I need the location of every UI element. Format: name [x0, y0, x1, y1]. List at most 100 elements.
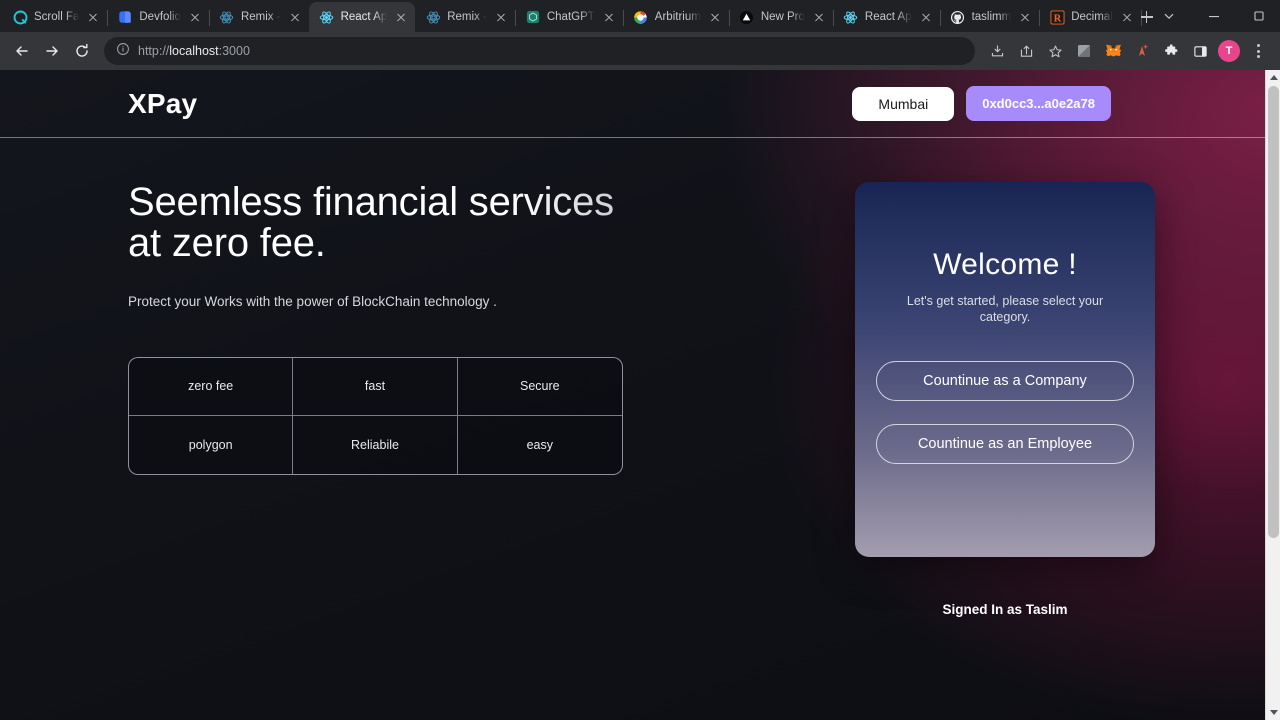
browser-tab[interactable]: New Pro — [729, 2, 834, 32]
tab-title: React Ap — [864, 11, 912, 23]
hero-section: Seemless financial services at zero fee.… — [0, 182, 745, 617]
scrollbar-thumb[interactable] — [1268, 86, 1279, 538]
tab-title: Decimal — [1071, 11, 1113, 23]
tab-title: Devfolio — [139, 11, 181, 23]
close-tab-icon[interactable] — [1017, 9, 1033, 25]
close-tab-icon[interactable] — [85, 9, 101, 25]
bookmark-star-icon[interactable] — [1041, 37, 1069, 65]
brand-logo[interactable]: XPay — [128, 88, 197, 120]
browser-tab[interactable]: taslimm — [940, 2, 1041, 32]
page-content: XPay Mumbai 0xd0cc3...a0e2a78 Seemless f… — [0, 70, 1265, 720]
tab-title: Remix - — [240, 11, 281, 23]
close-tab-icon[interactable] — [707, 9, 723, 25]
browser-tab[interactable]: R Decimal — [1039, 2, 1142, 32]
main-content: Seemless financial services at zero fee.… — [0, 138, 1265, 617]
hero-subheadline: Protect your Works with the power of Blo… — [128, 293, 497, 309]
browser-tab[interactable]: Arbitrium — [623, 2, 730, 32]
network-button[interactable]: Mumbai — [852, 86, 955, 121]
browser-tab[interactable]: React Ap — [308, 2, 416, 32]
forward-arrow-icon[interactable] — [38, 37, 66, 65]
react-favicon — [843, 9, 859, 25]
continue-as-company-button[interactable]: Countinue as a Company — [876, 361, 1134, 402]
minimize-button[interactable] — [1192, 0, 1237, 32]
scroll-favicon — [12, 9, 28, 25]
share-icon[interactable] — [1012, 37, 1040, 65]
tab-title: taslimm — [971, 11, 1012, 23]
tab-list: Scroll Fa Devfolio Remix - React Ap Remix -… — [2, 0, 1142, 32]
r-favicon: R — [1049, 9, 1065, 25]
url-text: http://localhost:3000 — [138, 44, 250, 58]
wallet-address-button[interactable]: 0xd0cc3...a0e2a78 — [966, 86, 1111, 121]
browser-tab[interactable]: ChatGPT — [515, 2, 624, 32]
scroll-up-arrow-icon[interactable] — [1266, 70, 1280, 85]
site-header: XPay Mumbai 0xd0cc3...a0e2a78 — [0, 70, 1265, 138]
welcome-subtitle: Let's get started, please select your ca… — [906, 294, 1104, 324]
close-tab-icon[interactable] — [493, 9, 509, 25]
welcome-title: Welcome ! — [933, 248, 1077, 281]
browser-tab[interactable]: Remix - — [209, 2, 309, 32]
reload-icon[interactable] — [68, 37, 96, 65]
tab-search-chevron-icon[interactable] — [1147, 0, 1192, 32]
profile-avatar[interactable]: T — [1215, 37, 1243, 65]
toolbar-icons: T — [983, 37, 1272, 65]
install-app-icon[interactable] — [983, 37, 1011, 65]
close-tab-icon[interactable] — [601, 9, 617, 25]
extensions-puzzle-icon[interactable] — [1157, 37, 1185, 65]
close-tab-icon[interactable] — [287, 9, 303, 25]
close-tab-icon[interactable] — [918, 9, 934, 25]
google-favicon — [633, 9, 649, 25]
close-tab-icon[interactable] — [1119, 9, 1135, 25]
maximize-button[interactable] — [1237, 0, 1280, 32]
metamask-fox-icon[interactable] — [1099, 37, 1127, 65]
feature-grid: zero fee fast Secure polygon Reliabile easy — [128, 356, 623, 475]
close-tab-icon[interactable] — [393, 9, 409, 25]
feature-cell: Secure — [457, 358, 622, 416]
close-tab-icon[interactable] — [811, 9, 827, 25]
tab-separator — [1140, 10, 1142, 26]
arrow-plus-extension-icon[interactable] — [1128, 37, 1156, 65]
tab-title: Remix - — [447, 11, 487, 23]
remix-favicon — [425, 9, 441, 25]
tab-title: Scroll Fa — [34, 11, 80, 23]
page-viewport: XPay Mumbai 0xd0cc3...a0e2a78 Seemless f… — [0, 70, 1280, 720]
gray-extension-icon[interactable] — [1070, 37, 1098, 65]
tab-title: Arbitrium — [654, 11, 701, 23]
remix-favicon — [219, 9, 235, 25]
scroll-down-arrow-icon[interactable] — [1266, 705, 1280, 720]
close-tab-icon[interactable] — [187, 9, 203, 25]
kebab-dots — [1256, 44, 1260, 58]
feature-cell: zero fee — [129, 357, 294, 416]
address-bar[interactable]: http://localhost:3000 — [104, 37, 975, 65]
feature-cell: easy — [526, 437, 554, 452]
welcome-panel: Welcome ! Let's get started, please sele… — [745, 182, 1265, 617]
svg-text:R: R — [1054, 13, 1062, 24]
feature-cell: polygon — [129, 415, 294, 474]
hero-headline: Seemless financial services at zero fee. — [128, 182, 745, 264]
tab-title: ChatGPT — [546, 11, 595, 23]
tab-strip: Scroll Fa Devfolio Remix - React Ap Remix -… — [0, 0, 1280, 32]
window-controls — [1147, 0, 1280, 32]
avatar-initial: T — [1218, 40, 1240, 62]
three-dot-menu-icon[interactable] — [1244, 37, 1272, 65]
info-circle-icon[interactable] — [116, 42, 130, 61]
feature-cell: Reliabile — [293, 415, 458, 474]
browser-toolbar: http://localhost:3000 T — [0, 32, 1280, 70]
browser-tab[interactable]: Remix - — [415, 2, 516, 32]
github-favicon — [950, 9, 966, 25]
tab-title: New Pro — [760, 11, 805, 23]
continue-as-employee-button[interactable]: Countinue as an Employee — [876, 424, 1134, 465]
welcome-card: Welcome ! Let's get started, please sele… — [855, 182, 1155, 557]
back-arrow-icon[interactable] — [8, 37, 36, 65]
header-actions: Mumbai 0xd0cc3...a0e2a78 — [852, 86, 1233, 121]
browser-tab[interactable]: Devfolio — [107, 2, 210, 32]
side-panel-icon[interactable] — [1186, 37, 1214, 65]
browser-tab[interactable]: Scroll Fa — [2, 2, 109, 32]
tab-title: React Ap — [340, 11, 388, 23]
react-favicon — [319, 9, 335, 25]
browser-window: Scroll Fa Devfolio Remix - React Ap Remix -… — [0, 0, 1280, 720]
devfolio-favicon — [117, 9, 133, 25]
page-scrollbar[interactable] — [1265, 70, 1280, 720]
signed-in-status: Signed In as Taslim — [942, 602, 1068, 617]
vercel-favicon — [739, 9, 755, 25]
browser-tab[interactable]: React Ap — [833, 2, 941, 32]
